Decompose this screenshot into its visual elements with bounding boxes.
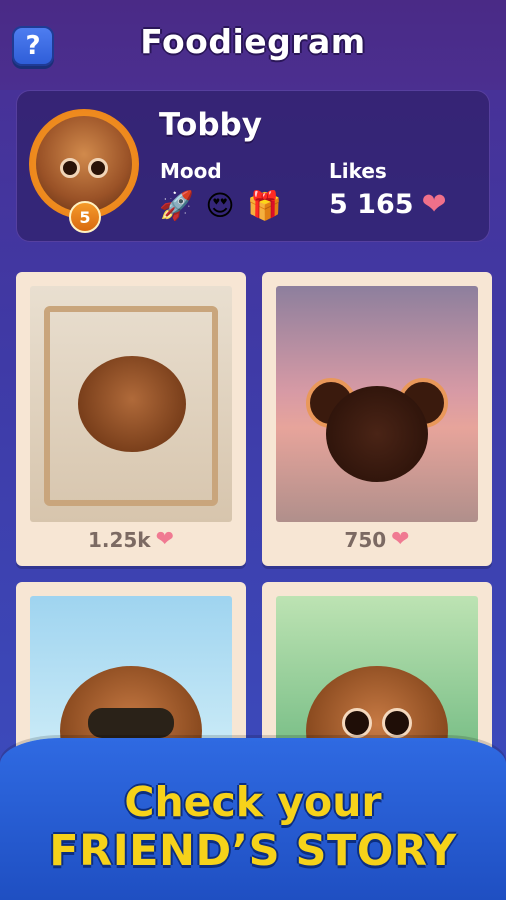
photo-likes: 750 ❤ [262, 528, 492, 552]
banner-line-1: Check your [124, 778, 382, 826]
user-name: Tobby [159, 107, 262, 143]
photo-likes: 1.25k ❤ [16, 528, 246, 552]
likes-value: 5 165 ❤ [329, 189, 447, 220]
heart-icon: ❤ [155, 527, 175, 552]
photo-sunset-beach [276, 286, 478, 522]
photo-card-1[interactable]: 1.25k ❤ [16, 272, 246, 566]
promo-banner: Check your FRIEND’S STORY [0, 738, 506, 900]
photo-likes-count: 1.25k [87, 528, 151, 552]
rocket-icon: 🚀 [159, 189, 194, 222]
photo-likes-count: 750 [344, 528, 387, 552]
mood-label: Mood [160, 159, 222, 183]
profile-card: 5 Tobby Mood 🚀 😍 🎁 Likes 5 165 ❤ [16, 90, 490, 242]
heart-icon: ❤ [391, 527, 410, 552]
level-badge: 5 [69, 201, 101, 233]
heart-icon: ❤ [421, 186, 447, 222]
gift-icon: 🎁 [247, 189, 282, 222]
mood-icons: 🚀 😍 🎁 [159, 189, 282, 223]
likes-label: Likes [329, 159, 387, 183]
photo-card-2[interactable]: 750 ❤ [262, 272, 492, 566]
banner-line-2: FRIEND’S STORY [49, 826, 457, 876]
avatar-image [36, 116, 132, 212]
likes-count: 5 165 [329, 189, 414, 220]
heart-eyes-emoji-icon: 😍 [205, 189, 235, 222]
photo-sleeping-in-crib [30, 286, 232, 522]
app-title: Foodiegram [140, 22, 366, 61]
top-bar: ? Foodiegram [0, 0, 506, 90]
